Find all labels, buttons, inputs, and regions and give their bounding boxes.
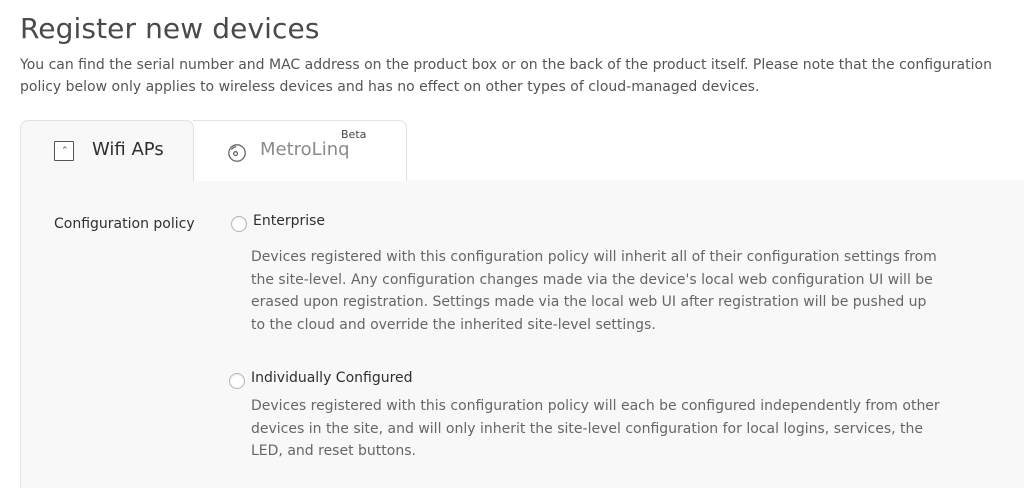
access-point-icon: ⌃ (54, 141, 74, 161)
intro-text: You can find the serial number and MAC a… (20, 57, 992, 95)
tab-metrolinq[interactable]: MetroLinq Beta (193, 120, 407, 181)
individually-configured-radio-label[interactable]: Individually Configured (251, 370, 413, 386)
enterprise-radio[interactable] (231, 216, 247, 232)
individually-configured-radio[interactable] (229, 373, 245, 389)
metrolinq-radio-icon (228, 144, 246, 162)
enterprise-description: Devices registered with this configurati… (251, 249, 937, 333)
tab-wifi-aps[interactable]: ⌃ Wifi APs (20, 120, 194, 181)
configuration-policy-label: Configuration policy (54, 216, 195, 232)
register-devices-page: Register new devices You can find the se… (0, 0, 1024, 488)
enterprise-radio-label[interactable]: Enterprise (253, 213, 325, 229)
individually-configured-description: Devices registered with this configurati… (251, 398, 940, 459)
tab-wifi-aps-label: Wifi APs (92, 139, 164, 160)
tab-metrolinq-label: MetroLinq (260, 139, 350, 160)
beta-badge: Beta (341, 128, 367, 141)
page-title: Register new devices (20, 12, 320, 45)
